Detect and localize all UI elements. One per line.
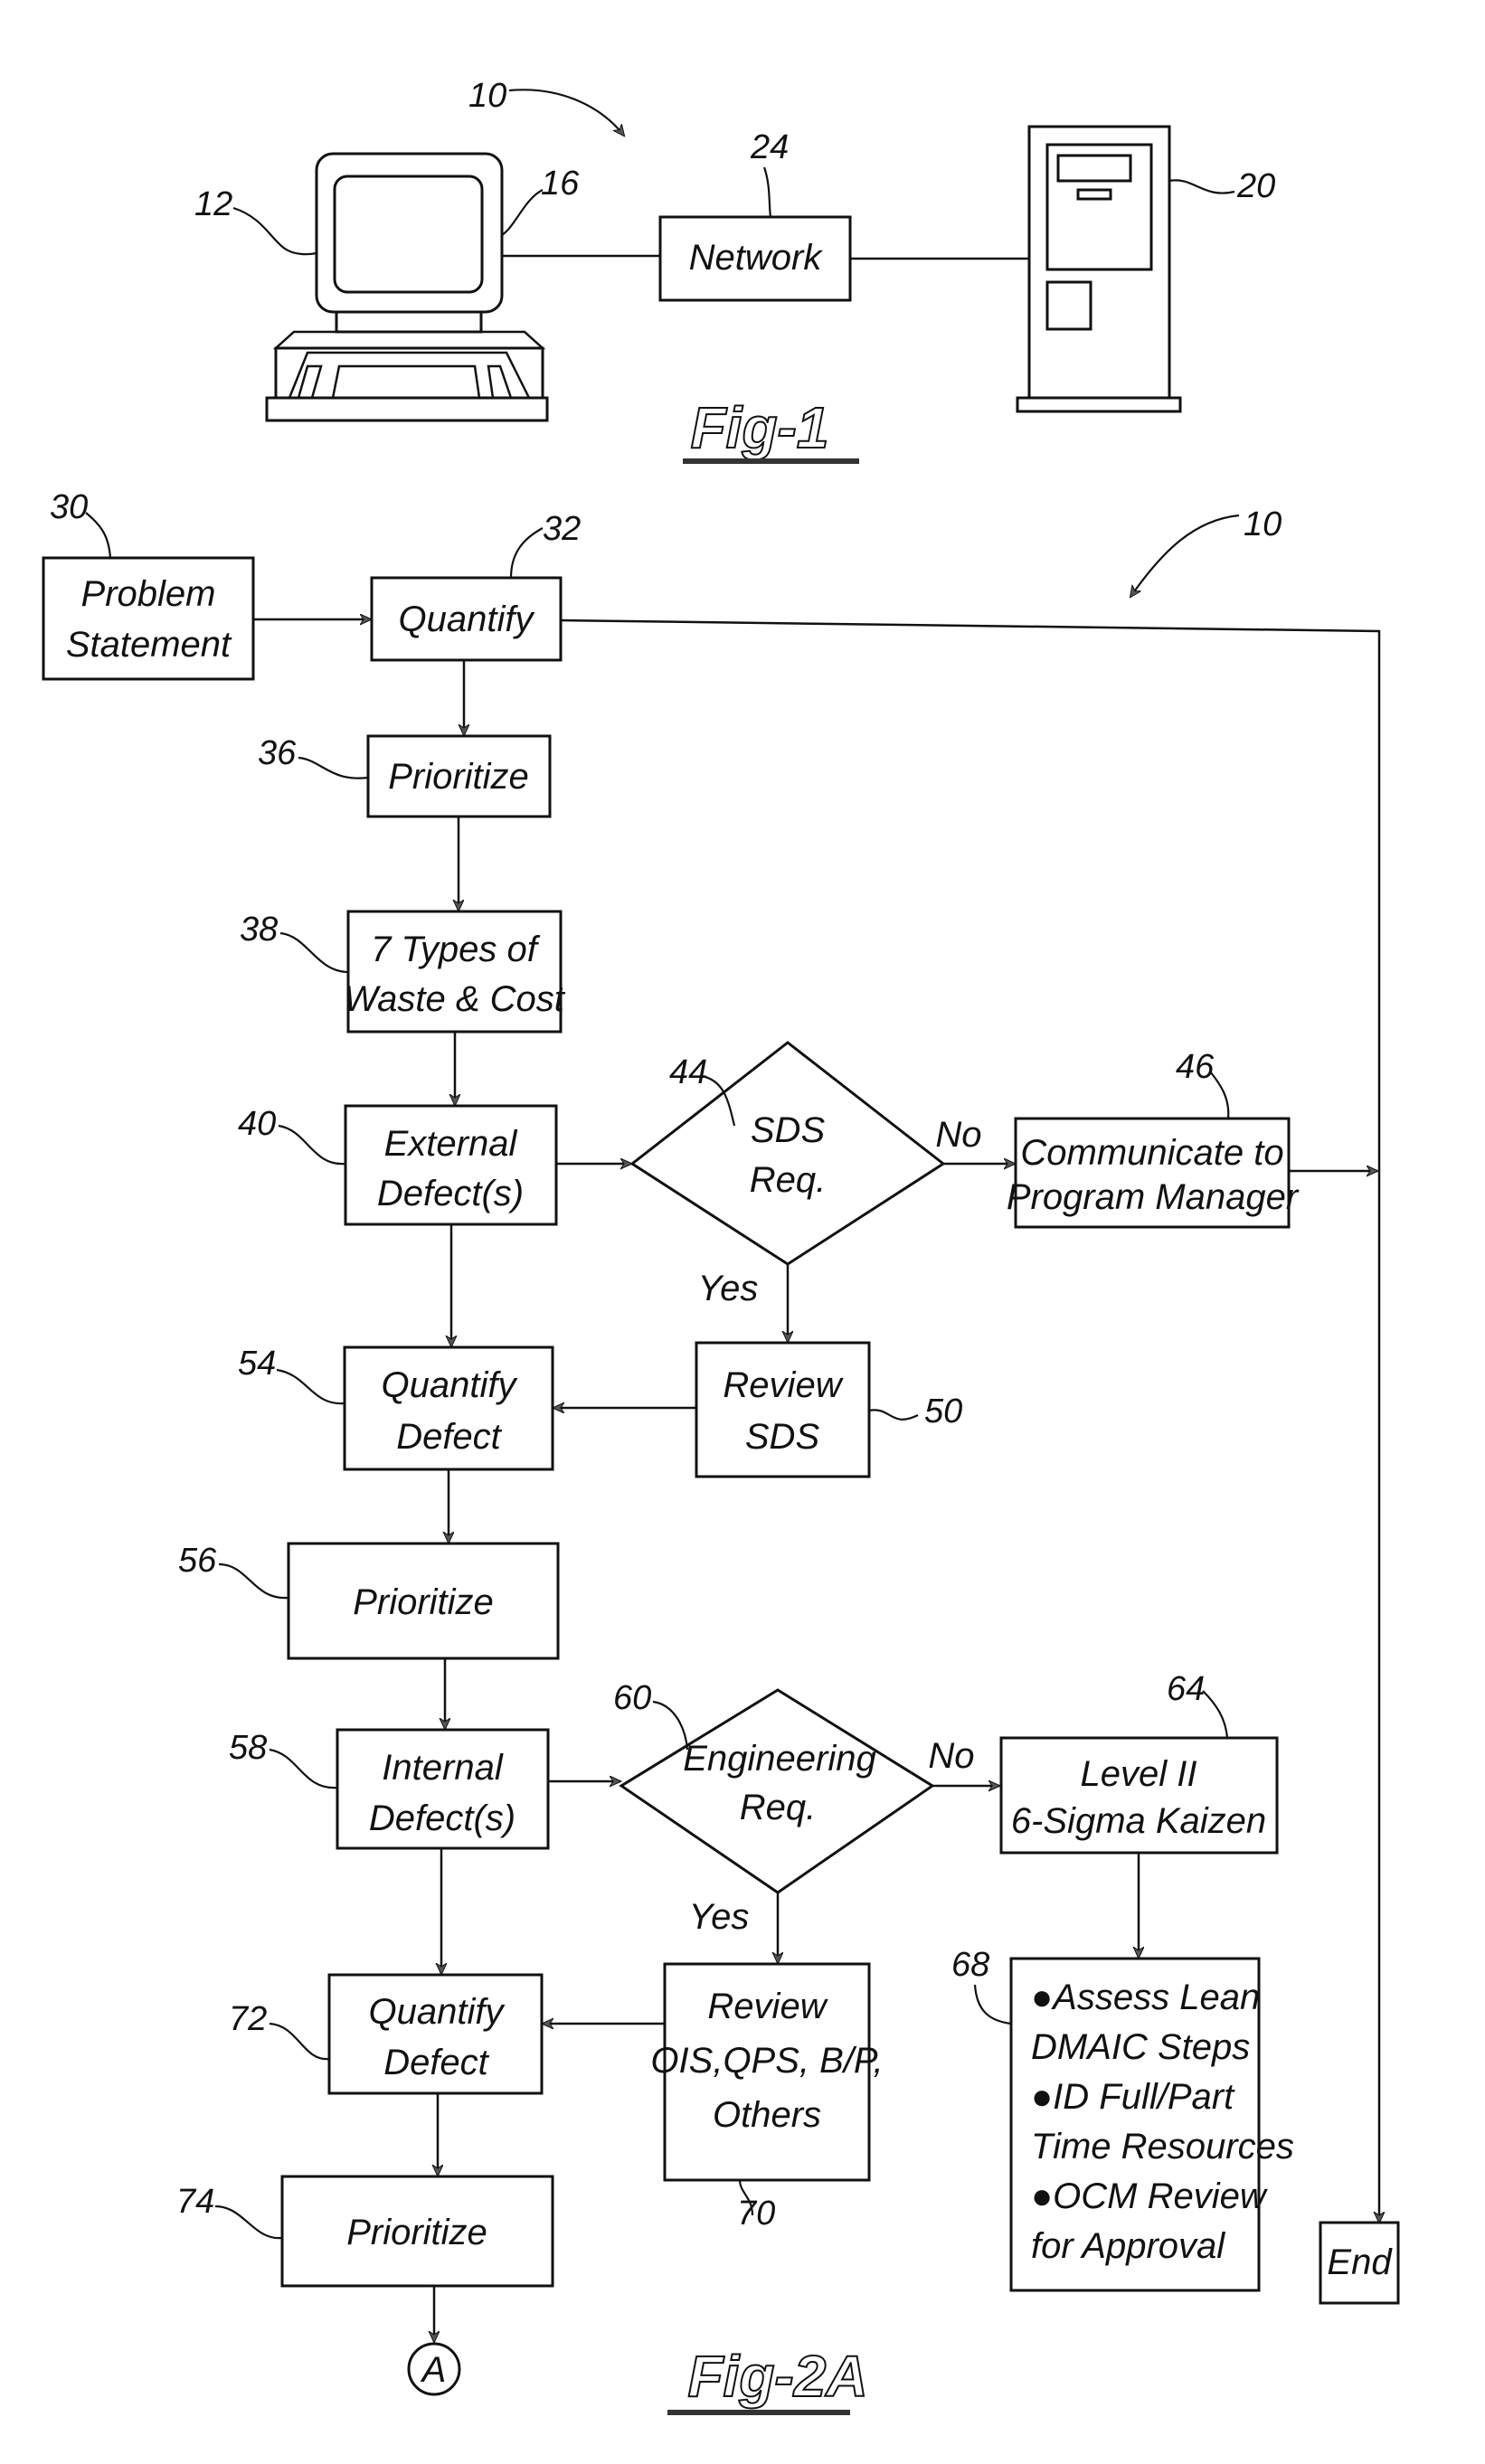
ref-10-fig1: 10 [468, 77, 506, 115]
problem-statement-line2: Statement [66, 625, 232, 665]
ref-54: 54 [238, 1345, 276, 1383]
level-ii-line1: Level II [1081, 1754, 1197, 1794]
communicate-line1: Communicate to [1020, 1133, 1283, 1173]
prioritize-3-label: Prioritize [346, 2213, 487, 2252]
ref-70: 70 [737, 2195, 775, 2233]
fig1: 10 12 16 Network 24 20 Fig-1 [194, 77, 1275, 464]
leader-30 [85, 512, 112, 559]
assess-line6: for Approval [1031, 2226, 1225, 2266]
eng-yes-label: Yes [689, 1897, 750, 1937]
ref-36: 36 [258, 734, 297, 772]
review-sds-line1: Review [723, 1365, 844, 1405]
quantify-label: Quantify [399, 599, 536, 639]
review-sds-line2: SDS [745, 1417, 820, 1457]
ref-16: 16 [541, 165, 580, 203]
sds-yes-label: Yes [698, 1269, 759, 1308]
leader-56 [218, 1562, 289, 1600]
leader-74 [214, 2204, 283, 2240]
end-label: End [1327, 2242, 1393, 2282]
leader-54 [276, 1368, 345, 1405]
waste-cost-line1: 7 Types of [371, 930, 541, 969]
internal-defects-line2: Defect(s) [369, 1798, 515, 1838]
network-label: Network [689, 238, 824, 278]
ref-20: 20 [1236, 167, 1275, 205]
ref-24: 24 [750, 128, 789, 166]
ref-50: 50 [924, 1392, 962, 1430]
ref-56: 56 [178, 1542, 217, 1580]
assess-line4: Time Resources [1031, 2127, 1294, 2167]
leader-72 [269, 2022, 330, 2061]
prioritize-1-label: Prioritize [388, 757, 529, 797]
eng-no-label: No [928, 1736, 974, 1776]
system-arrow-icon [1130, 514, 1240, 597]
fig1-title: Fig-1 [691, 395, 829, 460]
prioritize-2-label: Prioritize [353, 1582, 494, 1622]
leader-58 [269, 1748, 338, 1789]
leader-40 [278, 1124, 346, 1166]
patent-drawing: 10 12 16 Network 24 20 Fig-1 10 Problem … [42, 77, 1400, 2415]
ref-38: 38 [240, 911, 278, 949]
review-ois-line1: Review [707, 1987, 828, 2026]
server-icon [1016, 125, 1182, 413]
ref-12: 12 [194, 185, 232, 223]
leader-38 [279, 931, 349, 974]
leader-50 [868, 1409, 919, 1421]
external-defects-line1: External [384, 1124, 518, 1164]
leader-32 [509, 527, 544, 579]
assess-line3: ●ID Full/Part [1031, 2077, 1235, 2117]
ref-10-fig2a: 10 [1244, 505, 1282, 543]
quantify-defect-2-line1: Quantify [369, 1992, 506, 2032]
leader-36 [298, 756, 369, 779]
leader-68 [973, 1984, 1012, 2025]
problem-statement-line1: Problem [81, 574, 216, 614]
internal-defects-line1: Internal [382, 1748, 504, 1788]
waste-cost-line2: Waste & Cost [344, 979, 566, 1019]
ref-30: 30 [50, 488, 88, 526]
engineering-req-line2: Req. [740, 1788, 817, 1827]
ref-32: 32 [543, 510, 581, 548]
engineering-req-line1: Engineering [683, 1739, 876, 1779]
leader-64 [1202, 1690, 1229, 1739]
ref-60: 60 [613, 1679, 651, 1717]
communicate-line2: Program Manager [1007, 1177, 1300, 1217]
assess-line5: ●OCM Review [1031, 2176, 1269, 2216]
connector-a-label: A [421, 2350, 447, 2390]
assess-line1: ●Assess Lean [1031, 1978, 1260, 2017]
quantify-defect-1-line1: Quantify [382, 1365, 519, 1405]
system-arrow-icon [508, 89, 624, 136]
leader-20 [1168, 179, 1235, 194]
ref-68: 68 [951, 1946, 989, 1984]
ref-72: 72 [229, 2000, 267, 2038]
level-ii-line2: 6-Sigma Kaizen [1011, 1801, 1266, 1841]
sds-req-line2: Req. [750, 1160, 827, 1200]
review-ois-line2: OIS,QPS, B/P, [650, 2041, 883, 2081]
computer-icon [265, 152, 549, 422]
assess-line2: DMAIC Steps [1031, 2027, 1250, 2067]
quantify-defect-1-line2: Defect [396, 1417, 502, 1457]
fig2a: 10 Problem Statement 30 Quantify 32 Prio… [42, 488, 1400, 2415]
quantify-defect-2-line2: Defect [383, 2043, 489, 2082]
leader-24 [762, 166, 772, 218]
external-defects-line2: Defect(s) [377, 1174, 524, 1213]
review-ois-line3: Others [713, 2095, 821, 2135]
sds-req-line1: SDS [751, 1110, 826, 1150]
ref-46: 46 [1176, 1048, 1215, 1086]
ref-74: 74 [176, 2183, 214, 2221]
leader-16 [501, 189, 544, 236]
ref-40: 40 [238, 1105, 276, 1143]
ref-58: 58 [229, 1729, 267, 1767]
ref-44: 44 [669, 1053, 707, 1091]
leader-12 [232, 206, 317, 256]
ref-64: 64 [1167, 1670, 1205, 1708]
fig2a-title: Fig-2A [687, 2344, 867, 2409]
sds-no-label: No [935, 1115, 981, 1155]
